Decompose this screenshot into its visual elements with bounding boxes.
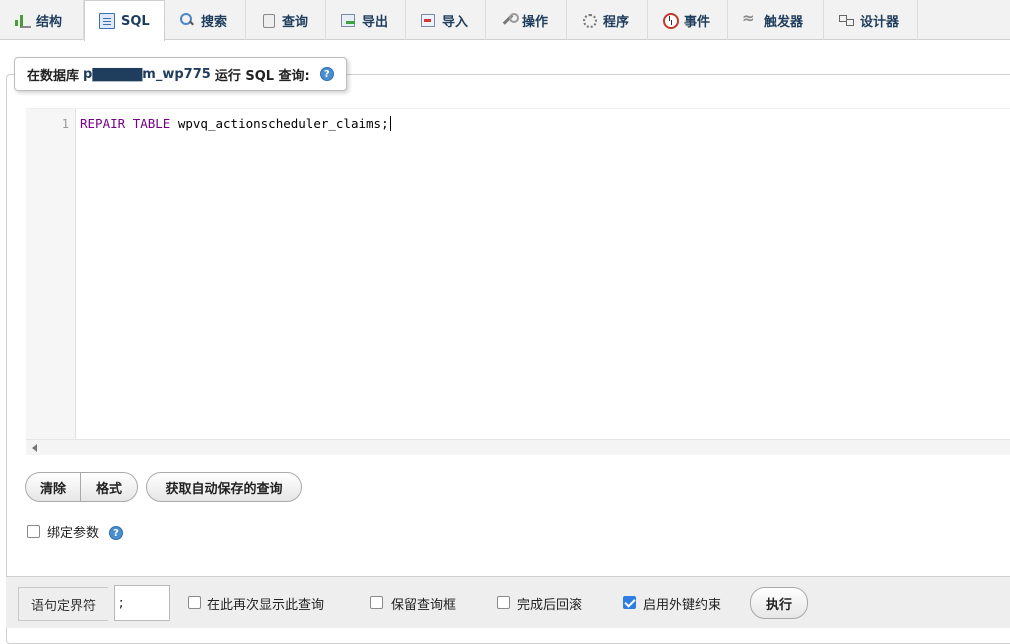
tab-label: 程序 <box>603 14 630 30</box>
tab-structure[interactable]: 结构 <box>0 0 84 40</box>
line-number-gutter: 1 <box>26 109 76 439</box>
tab-label: 操作 <box>522 14 549 30</box>
foreign-key-checks-label: 启用外键约束 <box>643 598 722 613</box>
tab-label: 搜索 <box>201 14 228 30</box>
export-icon <box>340 12 356 28</box>
sql-table-name: wpvq_actionscheduler_claims <box>177 116 382 131</box>
delimiter-input[interactable] <box>114 585 170 621</box>
retain-query-box-label: 保留查询框 <box>391 598 457 613</box>
wrench-icon <box>500 12 519 28</box>
tab-designer[interactable]: 设计器 <box>824 0 918 40</box>
bind-params-label: 绑定参数 <box>47 526 100 541</box>
tab-label: 导出 <box>362 14 389 30</box>
sql-keyword: TABLE <box>132 116 171 131</box>
tab-triggers[interactable]: 触发器 <box>728 0 824 40</box>
text-caret <box>389 116 391 131</box>
delimiter-label: 语句定界符 <box>18 587 108 621</box>
sql-icon <box>99 13 115 29</box>
designer-icon <box>838 12 854 28</box>
sql-terminator: ; <box>381 116 389 131</box>
horizontal-scrollbar[interactable] <box>26 439 1010 455</box>
database-name: p▇▇▇▇▇m_wp775 <box>83 66 211 82</box>
tab-sql[interactable]: SQL <box>84 0 165 41</box>
tab-operations[interactable]: 操作 <box>486 0 567 40</box>
sql-code-line[interactable]: REPAIR TABLE wpvq_actionscheduler_claims… <box>80 116 391 131</box>
sql-keyword: REPAIR <box>80 116 126 131</box>
show-query-again-label: 在此再次显示此查询 <box>207 598 325 613</box>
tab-label: 触发器 <box>764 14 804 30</box>
tab-label: 事件 <box>684 14 711 30</box>
tab-label: 导入 <box>442 14 469 30</box>
tab-import[interactable]: 导入 <box>406 0 486 40</box>
query-panel-legend: 在数据库 p▇▇▇▇▇m_wp775 运行 SQL 查询: ? <box>14 57 347 91</box>
sql-editor[interactable]: 1 REPAIR TABLE wpvq_actionscheduler_clai… <box>26 108 1010 455</box>
help-icon[interactable]: ? <box>319 67 334 81</box>
clock-icon <box>662 12 679 29</box>
execute-button[interactable]: 执行 <box>750 587 808 619</box>
tab-export[interactable]: 导出 <box>326 0 406 40</box>
show-query-again-checkbox[interactable] <box>188 596 201 609</box>
query-icon <box>260 12 276 28</box>
retain-query-box-checkbox[interactable] <box>370 596 383 609</box>
legend-prefix: 在数据库 <box>27 68 80 84</box>
clear-button[interactable]: 清除 <box>25 472 81 502</box>
tab-label: 结构 <box>36 14 63 30</box>
trigger-icon <box>742 9 758 28</box>
tab-label: SQL <box>121 13 150 29</box>
rollback-label: 完成后回滚 <box>517 598 583 613</box>
tab-search[interactable]: 搜索 <box>165 0 246 40</box>
get-autosaved-query-button[interactable]: 获取自动保存的查询 <box>146 472 302 502</box>
tab-label: 设计器 <box>860 14 900 30</box>
format-button[interactable]: 格式 <box>80 472 138 502</box>
tab-query[interactable]: 查询 <box>246 0 326 40</box>
tab-events[interactable]: 事件 <box>648 0 728 40</box>
routines-icon <box>581 12 597 28</box>
tab-bar: 结构 SQL 搜索 查询 导出 导入 操作 程序 事件 触发器 设计器 <box>0 0 1010 41</box>
import-icon <box>420 12 436 28</box>
rollback-checkbox[interactable] <box>497 596 510 609</box>
foreign-key-checks-checkbox[interactable] <box>623 596 636 609</box>
scroll-left-icon[interactable] <box>32 444 37 452</box>
bind-params-checkbox[interactable] <box>27 525 40 538</box>
tab-label: 查询 <box>282 14 309 30</box>
legend-suffix: 运行 SQL 查询: <box>214 68 310 84</box>
line-number: 1 <box>61 117 69 131</box>
search-icon <box>179 12 195 28</box>
help-icon[interactable]: ? <box>109 526 123 540</box>
query-footer: 语句定界符 在此再次显示此查询 保留查询框 完成后回滚 启用外键约束 执行 <box>6 576 1010 628</box>
tab-routines[interactable]: 程序 <box>567 0 648 40</box>
structure-icon <box>14 12 31 28</box>
